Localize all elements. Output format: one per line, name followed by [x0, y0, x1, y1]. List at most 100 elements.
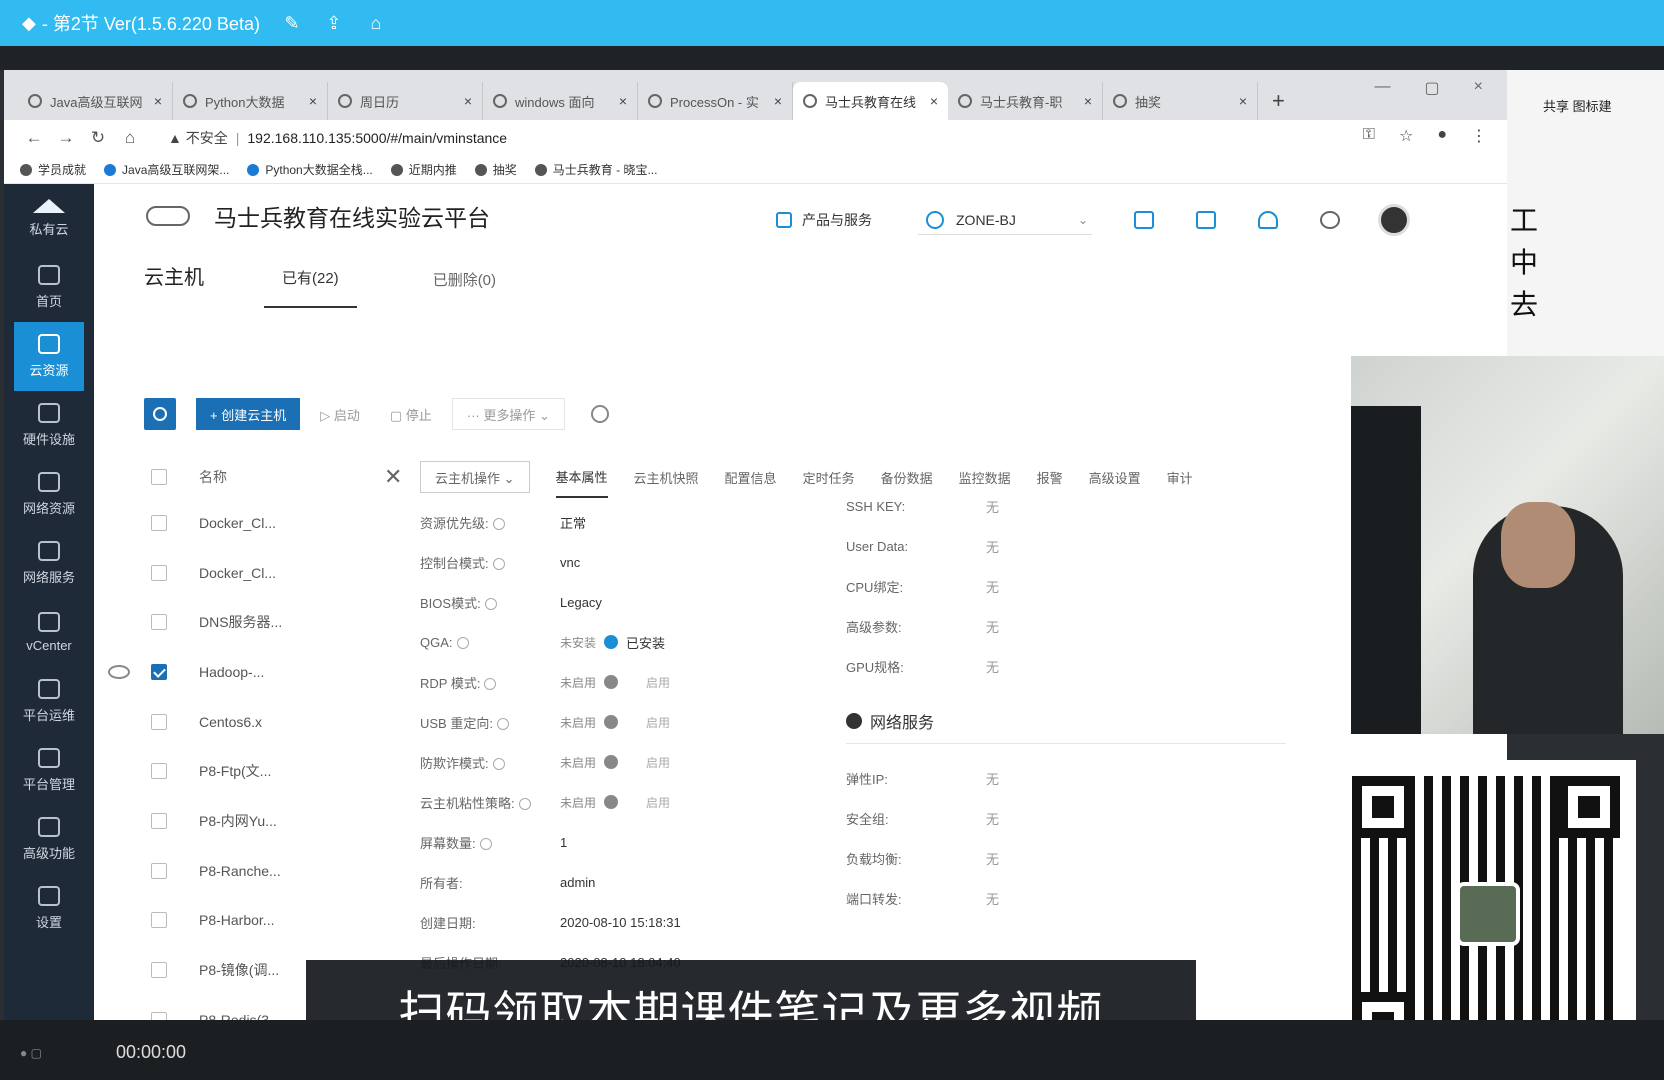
- toggle-knob[interactable]: [604, 635, 619, 649]
- avatar[interactable]: [1378, 204, 1410, 236]
- close-tab-icon[interactable]: ×: [464, 93, 472, 109]
- vm-name[interactable]: P8-Harbor...: [199, 912, 274, 928]
- home-icon[interactable]: ⌂: [114, 128, 146, 148]
- more-actions-button[interactable]: ··· 更多操作 ⌄: [451, 398, 565, 430]
- row-checkbox[interactable]: [151, 962, 167, 979]
- row-checkbox[interactable]: [151, 763, 167, 780]
- toggle-knob[interactable]: [604, 755, 619, 769]
- bell-icon[interactable]: [1258, 211, 1278, 229]
- vm-name[interactable]: Hadoop-...: [199, 664, 264, 680]
- sidebar-item-admin[interactable]: 平台管理: [4, 736, 94, 805]
- vm-name[interactable]: P8-Redis(3...: [199, 1012, 281, 1020]
- browser-tab[interactable]: Java高级互联网 ×: [18, 82, 173, 120]
- profile-icon[interactable]: ●: [1437, 126, 1447, 146]
- help-icon[interactable]: [479, 838, 492, 851]
- table-row[interactable]: P8-Harbor...: [94, 896, 404, 946]
- key-icon[interactable]: ⚿: [1363, 126, 1375, 146]
- zone-select[interactable]: ZONE-BJ ⌄: [918, 205, 1092, 235]
- browser-tab[interactable]: ProcessOn - 实 ×: [638, 82, 793, 120]
- bookmark[interactable]: 近期内推: [390, 161, 457, 178]
- toggle-knob[interactable]: [604, 715, 619, 729]
- sidebar-item-private-cloud[interactable]: 私有云: [4, 184, 94, 253]
- vm-name[interactable]: DNS服务器...: [199, 612, 282, 632]
- menu-icon[interactable]: ⋮: [1471, 126, 1487, 146]
- browser-tab[interactable]: 马士兵教育-职 ×: [948, 82, 1103, 120]
- vm-name[interactable]: P8-镜像(调...: [199, 960, 279, 980]
- create-vm-button[interactable]: + 创建云主机: [196, 398, 301, 430]
- row-checkbox[interactable]: [151, 663, 167, 680]
- sidebar-item-home[interactable]: 首页: [4, 253, 94, 322]
- table-row-selected[interactable]: Hadoop-...: [94, 647, 404, 697]
- star-icon[interactable]: ☆: [1399, 126, 1413, 146]
- sidebar-item-settings[interactable]: 设置: [4, 874, 94, 943]
- tab-snapshots[interactable]: 云主机快照: [634, 458, 699, 497]
- sticky-policy-toggle[interactable]: 未启用 启用: [560, 794, 670, 811]
- help-icon[interactable]: [456, 637, 469, 650]
- sidebar-item-network-service[interactable]: 网络服务: [4, 529, 94, 598]
- anti-fraud-toggle[interactable]: 未启用 启用: [560, 754, 670, 771]
- table-row[interactable]: P8-Ranche...: [94, 846, 404, 896]
- browser-tab-active[interactable]: 马士兵教育在线 ×: [793, 82, 948, 120]
- usb-redirect-toggle[interactable]: 未启用 启用: [560, 714, 670, 731]
- sidebar-item-vcenter[interactable]: vCenter: [4, 598, 94, 667]
- help-icon[interactable]: [492, 758, 505, 771]
- products-menu[interactable]: 产品与服务: [776, 210, 872, 230]
- close-icon[interactable]: ✕: [384, 464, 402, 490]
- eye-icon[interactable]: [108, 664, 130, 679]
- close-tab-icon[interactable]: ×: [774, 93, 782, 109]
- sidebar-item-advanced[interactable]: 高级功能: [4, 805, 94, 874]
- forward-icon[interactable]: →: [50, 128, 82, 148]
- tab-basic-properties[interactable]: 基本属性: [555, 457, 608, 498]
- close-tab-icon[interactable]: ×: [154, 93, 162, 109]
- minimize-icon[interactable]: —: [1375, 78, 1391, 98]
- close-tab-icon[interactable]: ×: [1239, 93, 1247, 109]
- vm-name[interactable]: Docker_Cl...: [199, 515, 276, 531]
- bookmark[interactable]: 抽奖: [474, 161, 517, 178]
- stop-button[interactable]: ▢ 停止: [380, 398, 442, 430]
- help-icon[interactable]: [492, 518, 505, 531]
- row-checkbox[interactable]: [151, 912, 167, 929]
- table-row[interactable]: P8-内网Yu...: [94, 796, 404, 846]
- vm-name[interactable]: P8-内网Yu...: [199, 811, 277, 831]
- help-icon[interactable]: [484, 598, 497, 611]
- rdp-toggle[interactable]: 未启用 启用: [560, 674, 670, 691]
- sidebar-item-ops[interactable]: 平台运维: [4, 667, 94, 736]
- sidebar-item-hardware[interactable]: 硬件设施: [4, 391, 94, 460]
- help-icon[interactable]: [492, 558, 505, 571]
- table-row[interactable]: P8-Ftp(文...: [94, 746, 404, 796]
- toggle-knob[interactable]: [604, 675, 619, 689]
- select-all-checkbox[interactable]: [151, 469, 167, 485]
- close-tab-icon[interactable]: ×: [619, 93, 627, 109]
- row-checkbox[interactable]: [151, 1011, 167, 1020]
- table-row[interactable]: DNS服务器...: [94, 597, 404, 647]
- help-icon[interactable]: [484, 678, 497, 691]
- help-icon[interactable]: [518, 798, 531, 811]
- browser-tab[interactable]: windows 面向 ×: [483, 82, 638, 120]
- row-checkbox[interactable]: [151, 614, 167, 631]
- tab-deleted[interactable]: 已删除(0): [433, 269, 496, 308]
- row-checkbox[interactable]: [151, 514, 167, 531]
- home-icon[interactable]: ⌂: [366, 13, 386, 33]
- bookmark[interactable]: 马士兵教育 - 晓宝...: [534, 161, 657, 178]
- close-window-icon[interactable]: ×: [1474, 78, 1483, 98]
- vm-operations-dropdown[interactable]: 云主机操作 ⌄: [420, 461, 530, 493]
- bookmark[interactable]: Python大数据全栈...: [247, 161, 373, 178]
- bookmark[interactable]: 学员成就: [20, 161, 86, 178]
- share-icon[interactable]: ⇪: [324, 13, 344, 33]
- toggle-knob[interactable]: [604, 795, 619, 809]
- url-input[interactable]: 192.168.110.135:5000/#/main/vminstance: [247, 130, 507, 146]
- browser-tab[interactable]: 周日历 ×: [328, 82, 483, 120]
- tab-existing[interactable]: 已有(22): [264, 267, 357, 308]
- browser-tab[interactable]: 抽奖 ×: [1103, 82, 1258, 120]
- browser-tab[interactable]: Python大数据 ×: [173, 82, 328, 120]
- table-row[interactable]: Centos6.x: [94, 697, 404, 747]
- monitor-icon[interactable]: [1134, 211, 1154, 229]
- bookmark[interactable]: Java高级互联网架...: [104, 161, 229, 178]
- sidebar-item-network-resource[interactable]: 网络资源: [4, 460, 94, 529]
- start-button[interactable]: ▷ 启动: [310, 398, 370, 430]
- vm-name[interactable]: Centos6.x: [199, 714, 262, 730]
- reload-icon[interactable]: ↻: [82, 128, 114, 148]
- row-checkbox[interactable]: [151, 564, 167, 581]
- maximize-icon[interactable]: ▢: [1425, 78, 1440, 98]
- close-tab-icon[interactable]: ×: [1084, 93, 1092, 109]
